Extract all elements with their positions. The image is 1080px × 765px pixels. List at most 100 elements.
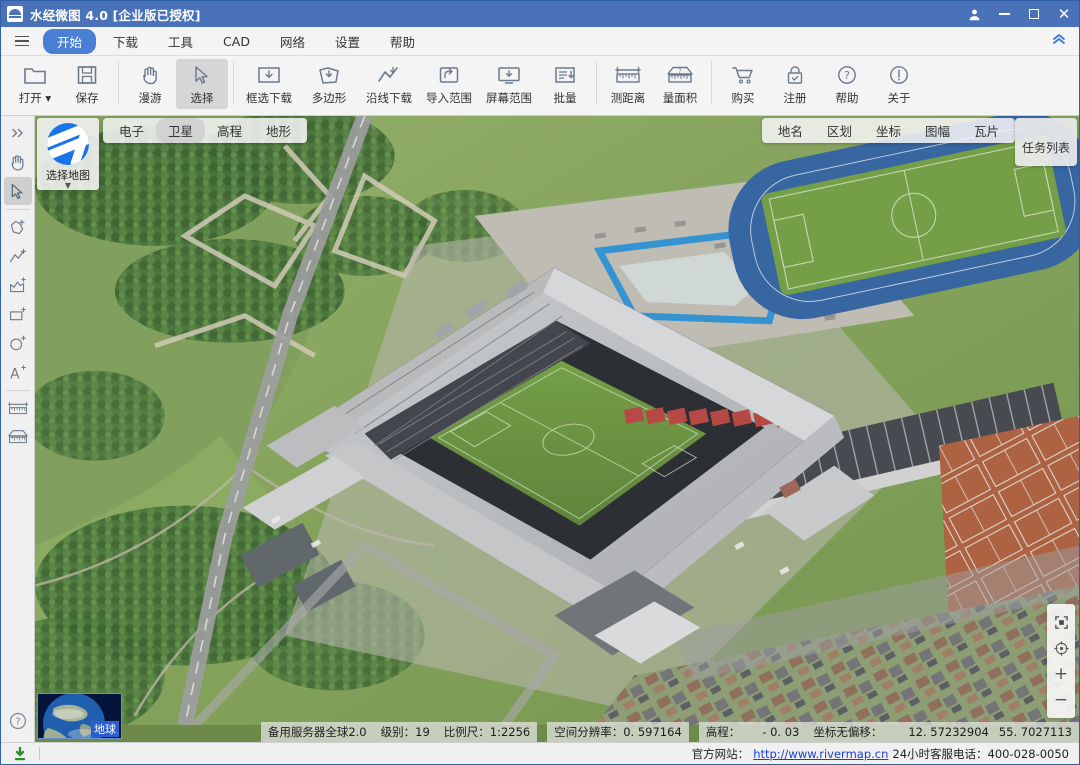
hand-pan-icon[interactable] [4, 148, 32, 176]
menu-item-tools[interactable]: 工具 [155, 29, 206, 54]
chip-placename[interactable]: 地名 [766, 118, 815, 143]
ribbon-measure-area-button[interactable]: ? 量面积 [654, 59, 706, 109]
question-circle-icon[interactable]: ? [4, 707, 32, 735]
chip-electronic[interactable]: 电子 [107, 118, 156, 143]
measure-area-icon[interactable] [4, 423, 32, 451]
ribbon-toolbar: 打开 ▾ 保存 漫游 选择 框选下载 多边形 沿线下载 导入范围 屏幕范围 批量… [1, 56, 1079, 116]
chip-coordinates[interactable]: 坐标 [864, 118, 913, 143]
info-circle-icon [888, 62, 910, 88]
cursor-arrow-icon[interactable] [3, 177, 32, 205]
earth-globe-icon [47, 123, 89, 165]
rect-download-icon [256, 62, 282, 88]
ribbon-about-button[interactable]: 关于 [873, 59, 925, 109]
status-gap [537, 722, 547, 742]
application-window: 水经微图 4.0 [企业版已授权] ✕ 开始 下载 工具 CAD 网络 设置 帮… [0, 0, 1080, 765]
app-logo-icon [7, 6, 23, 22]
ribbon-save-button[interactable]: 保存 [61, 59, 113, 109]
map-selector[interactable]: 选择地图 ▼ [37, 118, 99, 190]
map-viewport[interactable]: 选择地图 ▼ 电子 卫星 高程 地形 地名 区划 坐标 图幅 瓦片 任务列表 地… [35, 116, 1079, 742]
overlay-chipbar: 地名 区划 坐标 图幅 瓦片 [761, 118, 1015, 143]
ribbon-screen-range-button[interactable]: 屏幕范围 [479, 59, 539, 109]
add-polyline-icon[interactable] [4, 242, 32, 270]
status-latitude: 55. 7027113 [998, 725, 1072, 739]
add-circle-icon[interactable] [4, 329, 32, 357]
status-longitude: 12. 57232904 [908, 725, 989, 739]
menu-item-cad[interactable]: CAD [210, 31, 263, 52]
chevron-double-up-icon[interactable] [1051, 31, 1067, 47]
footer-site-link[interactable]: http://www.rivermap.cn [753, 747, 888, 761]
ribbon-separator [596, 61, 597, 105]
polyline-download-icon [376, 62, 402, 88]
menu-item-download[interactable]: 下载 [100, 29, 151, 54]
footer-divider [39, 747, 40, 760]
measure-distance-icon[interactable] [4, 394, 32, 422]
polygon-download-icon [316, 62, 342, 88]
minimize-icon[interactable] [989, 1, 1019, 27]
save-disk-icon [76, 62, 98, 88]
menu-item-start[interactable]: 开始 [43, 28, 97, 54]
menu-bar: 开始 下载 工具 CAD 网络 设置 帮助 [1, 27, 1079, 56]
title-bar: 水经微图 4.0 [企业版已授权] ✕ [1, 1, 1079, 27]
ribbon-separator [118, 61, 119, 105]
ribbon-polyline-button[interactable]: 沿线下载 [359, 59, 419, 109]
chip-tiles[interactable]: 瓦片 [962, 118, 1011, 143]
satellite-imagery[interactable] [35, 116, 1079, 726]
menu-item-network[interactable]: 网络 [267, 29, 318, 54]
window-controls: ✕ [959, 1, 1079, 27]
ribbon-import-range-button[interactable]: 导入范围 [419, 59, 479, 109]
ribbon-measure-distance-button[interactable]: 测距离 [602, 59, 654, 109]
user-icon[interactable] [959, 1, 989, 27]
footer-bar: 官方网站： http://www.rivermap.cn 24小时客服电话：40… [1, 742, 1079, 764]
ribbon-batch-button[interactable]: 批量 [539, 59, 591, 109]
recenter-target-icon[interactable] [1048, 635, 1074, 661]
ribbon-label: 漫游 [138, 91, 162, 105]
chip-terrain[interactable]: 地形 [254, 118, 303, 143]
ribbon-buy-button[interactable]: 购买 [717, 59, 769, 109]
maximize-icon[interactable] [1019, 1, 1049, 27]
hamburger-icon[interactable] [9, 31, 35, 51]
add-text-icon[interactable]: A [4, 358, 32, 386]
ribbon-help-button[interactable]: ? 帮助 [821, 59, 873, 109]
cursor-arrow-icon [191, 62, 213, 88]
ribbon-label: 沿线下载 [366, 91, 412, 105]
ribbon-select-button[interactable]: 选择 [176, 59, 228, 109]
menu-item-help[interactable]: 帮助 [377, 29, 428, 54]
zoom-out-icon[interactable]: − [1048, 687, 1074, 713]
ribbon-polygon-button[interactable]: 多边形 [299, 59, 359, 109]
folder-open-icon [23, 62, 47, 88]
add-polygon-icon[interactable] [4, 213, 32, 241]
add-filled-polygon-icon[interactable] [4, 271, 32, 299]
ribbon-register-button[interactable]: 注册 [769, 59, 821, 109]
chevron-down-icon[interactable]: ▼ [65, 182, 71, 190]
chip-satellite[interactable]: 卫星 [156, 118, 206, 143]
status-level-value: 19 [415, 725, 430, 739]
collapse-panel-icon[interactable] [4, 119, 32, 147]
ribbon-pan-button[interactable]: 漫游 [124, 59, 176, 109]
menu-item-settings[interactable]: 设置 [322, 29, 373, 54]
ribbon-label: 选择 [190, 91, 214, 105]
main-body: A ? 选择地图 ▼ 电子 卫星 高程 地形 地名 区划 坐标 图幅 瓦片 任务… [1, 116, 1079, 742]
ribbon-label: 导入范围 [426, 91, 472, 105]
ribbon-label: 屏幕范围 [486, 91, 532, 105]
layer-type-chipbar: 电子 卫星 高程 地形 [103, 118, 308, 143]
fullscreen-icon[interactable] [1048, 609, 1074, 635]
toolbar-divider [5, 390, 30, 391]
zoom-in-icon[interactable]: + [1048, 661, 1074, 687]
chip-mapsheet[interactable]: 图幅 [913, 118, 962, 143]
ribbon-label: 保存 [75, 91, 99, 105]
ribbon-rect-download-button[interactable]: 框选下载 [239, 59, 299, 109]
ribbon-separator [711, 61, 712, 105]
status-elevation: 高程： - 0. 03 [698, 722, 807, 742]
svg-text:?: ? [678, 68, 681, 75]
ribbon-open-button[interactable]: 打开 ▾ [9, 59, 61, 109]
status-elevation-label: 高程： [705, 725, 741, 739]
task-list-button[interactable]: 任务列表 [1015, 118, 1077, 166]
chip-elevation[interactable]: 高程 [205, 118, 254, 143]
download-status-icon[interactable] [11, 745, 29, 763]
close-icon[interactable]: ✕ [1049, 1, 1079, 27]
status-server: 备用服务器全球2.0 [260, 722, 374, 742]
question-circle-icon: ? [836, 62, 858, 88]
chip-district[interactable]: 区划 [815, 118, 864, 143]
map-status-strip: 备用服务器全球2.0 级别： 19 比例尺： 1:2256 空间分辨率： 0. 597… [35, 722, 1079, 742]
add-rectangle-icon[interactable] [4, 300, 32, 328]
